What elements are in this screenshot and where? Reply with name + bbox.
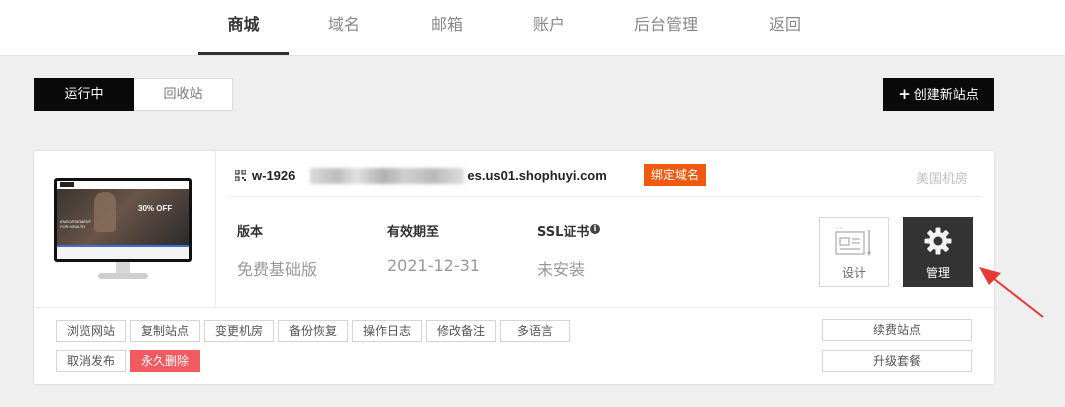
preview-logo	[60, 182, 74, 187]
region-label: 美国机房	[916, 172, 969, 187]
ssl-label: SSL证书	[537, 225, 590, 240]
nav-tab-domain[interactable]: 域名	[306, 0, 382, 52]
create-site-label: 创建新站点	[913, 88, 979, 103]
tab-running[interactable]: 运行中	[34, 78, 134, 111]
bind-domain-button[interactable]: 绑定域名	[644, 164, 706, 186]
info-icon[interactable]: i	[590, 224, 600, 234]
unpublish-button[interactable]: 取消发布	[56, 350, 126, 372]
nav-tab-mall[interactable]: 商城	[198, 0, 289, 55]
manage-button[interactable]: 管理	[903, 217, 973, 287]
annotation-arrow-icon	[979, 267, 1044, 318]
edit-note-button[interactable]: 修改备注	[426, 320, 496, 342]
preview-hero	[57, 189, 189, 245]
preview-tagline: ENDORSEMENT FOR HEALTH	[60, 219, 91, 229]
version-label: 版本	[237, 225, 264, 240]
divider	[228, 196, 982, 197]
preview-offer-text: 30% OFF	[138, 204, 173, 213]
nav-tab-back[interactable]: 返回	[747, 0, 823, 52]
manage-label: 管理	[925, 266, 950, 280]
change-region-button[interactable]: 变更机房	[204, 320, 274, 342]
upgrade-plan-button[interactable]: 升级套餐	[822, 350, 972, 372]
nav-tab-admin[interactable]: 后台管理	[620, 0, 712, 52]
design-button[interactable]: 设计	[819, 217, 889, 287]
version-value: 免费基础版	[237, 260, 318, 279]
nav-tab-mailbox[interactable]: 邮箱	[409, 0, 485, 52]
operation-log-button[interactable]: 操作日志	[352, 320, 422, 342]
site-status-tabs: 运行中 回收站	[34, 78, 233, 111]
nav-tab-account[interactable]: 账户	[511, 0, 587, 52]
preview-tagline-line2: FOR HEALTH	[60, 224, 86, 229]
preview-strip	[57, 245, 189, 259]
copy-site-button[interactable]: 复制站点	[130, 320, 200, 342]
preview-athlete	[94, 192, 116, 232]
delete-permanently-button[interactable]: 永久删除	[130, 350, 200, 372]
site-preview-thumbnail[interactable]: 30% OFF ENDORSEMENT FOR HEALTH	[54, 178, 192, 282]
site-card: 30% OFF ENDORSEMENT FOR HEALTH w-1926 es.…	[34, 151, 994, 384]
backup-restore-button[interactable]: 备份恢复	[278, 320, 348, 342]
browse-site-button[interactable]: 浏览网站	[56, 320, 126, 342]
design-icon	[835, 227, 871, 256]
domain-blur-mask	[310, 168, 464, 184]
domain-prefix: w-1926	[252, 168, 296, 183]
top-nav: 商城 域名 邮箱 账户 后台管理 返回	[0, 0, 1065, 56]
monitor-screen: 30% OFF ENDORSEMENT FOR HEALTH	[54, 178, 192, 262]
expiry-value: 2021-12-31	[387, 256, 480, 275]
ssl-value: 未安装	[537, 260, 586, 279]
preview-strip-bar	[57, 245, 189, 247]
qrcode-icon[interactable]	[235, 170, 246, 181]
create-site-button[interactable]: + 创建新站点	[883, 78, 994, 111]
preview-header	[57, 181, 189, 189]
expiry-label: 有效期至	[387, 225, 440, 240]
monitor-base	[98, 273, 148, 279]
multi-language-button[interactable]: 多语言	[500, 320, 570, 342]
plus-icon: +	[898, 85, 911, 103]
domain-suffix: es.us01.shophuyi.com	[467, 168, 607, 183]
divider	[215, 151, 216, 307]
divider	[34, 307, 994, 308]
tab-recycle-bin[interactable]: 回收站	[134, 78, 233, 111]
renew-site-button[interactable]: 续费站点	[822, 319, 972, 341]
design-label: 设计	[841, 266, 866, 280]
gear-icon	[924, 227, 952, 255]
